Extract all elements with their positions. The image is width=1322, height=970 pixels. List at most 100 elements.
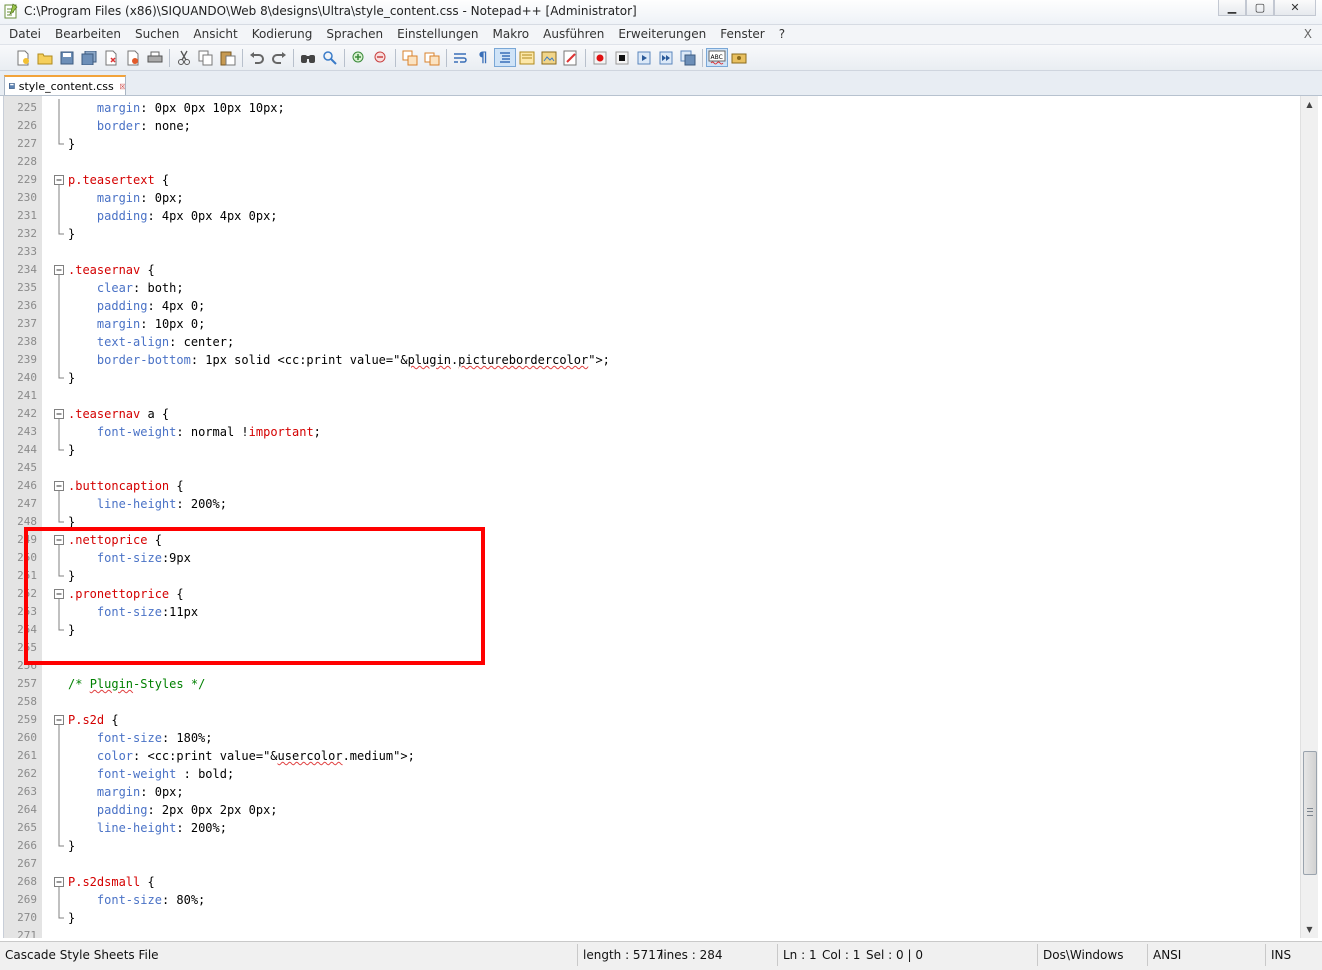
- sync-vertical-button[interactable]: [399, 48, 421, 67]
- save-macro-button[interactable]: [677, 48, 699, 67]
- code-line[interactable]: 226 border: none;: [4, 117, 1301, 135]
- code-line[interactable]: 265 line-height: 200%;: [4, 819, 1301, 837]
- scroll-thumb[interactable]: [1303, 751, 1317, 875]
- copy-button[interactable]: [195, 48, 217, 67]
- code-line[interactable]: 230 margin: 0px;: [4, 189, 1301, 207]
- code-line[interactable]: 269 font-size: 80%;: [4, 891, 1301, 909]
- code-line[interactable]: 232}: [4, 225, 1301, 243]
- code-line[interactable]: 238 text-align: center;: [4, 333, 1301, 351]
- code-line[interactable]: 251}: [4, 567, 1301, 585]
- menu-item-kodierung[interactable]: Kodierung: [245, 27, 320, 42]
- menu-item-datei[interactable]: Datei: [2, 27, 48, 42]
- code-line[interactable]: 261 color: <cc:print value="&usercolor.m…: [4, 747, 1301, 765]
- code-line[interactable]: 268 P.s2dsmall {: [4, 873, 1301, 891]
- code-line[interactable]: 258: [4, 693, 1301, 711]
- code-line[interactable]: 239 border-bottom: 1px solid <cc:print v…: [4, 351, 1301, 369]
- code-editor[interactable]: 225 margin: 0px 0px 10px 10px; 226 border…: [3, 96, 1301, 938]
- print-button[interactable]: [144, 48, 166, 67]
- scroll-up-arrow-icon[interactable]: ▲: [1301, 96, 1318, 113]
- record-macro-button[interactable]: [589, 48, 611, 67]
- maximize-button[interactable]: ▢: [1246, 0, 1274, 16]
- menu-item-bearbeiten[interactable]: Bearbeiten: [48, 27, 128, 42]
- code-line[interactable]: 254}: [4, 621, 1301, 639]
- code-line[interactable]: 234 .teasernav {: [4, 261, 1301, 279]
- open-file-button[interactable]: [34, 48, 56, 67]
- menu-item-ausf-hren[interactable]: Ausführen: [536, 27, 611, 42]
- code-line[interactable]: 240}: [4, 369, 1301, 387]
- minimize-button[interactable]: ▁: [1218, 0, 1246, 16]
- zoom-out-button[interactable]: [370, 48, 392, 67]
- code-line[interactable]: 255: [4, 639, 1301, 657]
- code-line[interactable]: 266}: [4, 837, 1301, 855]
- code-line[interactable]: 243 font-weight: normal !important;: [4, 423, 1301, 441]
- code-line[interactable]: 247 line-height: 200%;: [4, 495, 1301, 513]
- indent-guide-button[interactable]: [494, 48, 516, 67]
- function-list-button[interactable]: [560, 48, 582, 67]
- stop-recording-button[interactable]: [611, 48, 633, 67]
- code-line[interactable]: 236 padding: 4px 0;: [4, 297, 1301, 315]
- find-button[interactable]: [297, 48, 319, 67]
- sync-horizontal-button[interactable]: [421, 48, 443, 67]
- code-line[interactable]: 237 margin: 10px 0;: [4, 315, 1301, 333]
- code-line[interactable]: 229 p.teasertext {: [4, 171, 1301, 189]
- code-line[interactable]: 250 font-size:9px: [4, 549, 1301, 567]
- close-document-button[interactable]: X: [1304, 27, 1312, 41]
- close-tab-icon[interactable]: [119, 81, 125, 92]
- code-line[interactable]: 257 /* Plugin-Styles */: [4, 675, 1301, 693]
- code-line[interactable]: 256: [4, 657, 1301, 675]
- code-line[interactable]: 227}: [4, 135, 1301, 153]
- code-line[interactable]: 260 font-size: 180%;: [4, 729, 1301, 747]
- menu-item-sprachen[interactable]: Sprachen: [319, 27, 390, 42]
- code-line[interactable]: 259 P.s2d {: [4, 711, 1301, 729]
- code-line[interactable]: 248}: [4, 513, 1301, 531]
- fold-collapse-icon[interactable]: [54, 873, 68, 891]
- replace-button[interactable]: [319, 48, 341, 67]
- scroll-down-arrow-icon[interactable]: ▼: [1301, 921, 1318, 938]
- code-line[interactable]: 264 padding: 2px 0px 2px 0px;: [4, 801, 1301, 819]
- fold-collapse-icon[interactable]: [54, 405, 68, 423]
- code-line[interactable]: 246 .buttoncaption {: [4, 477, 1301, 495]
- code-line[interactable]: 233: [4, 243, 1301, 261]
- fold-collapse-icon[interactable]: [54, 531, 68, 549]
- save-button[interactable]: [56, 48, 78, 67]
- tab-style-content-css[interactable]: style_content.css: [4, 75, 126, 95]
- fold-collapse-icon[interactable]: [54, 711, 68, 729]
- menu-item-makro[interactable]: Makro: [485, 27, 536, 42]
- code-line[interactable]: 228: [4, 153, 1301, 171]
- vertical-scrollbar[interactable]: ▲ ▼: [1300, 96, 1318, 938]
- playback-macro-button[interactable]: [633, 48, 655, 67]
- code-line[interactable]: 271: [4, 927, 1301, 938]
- word-wrap-button[interactable]: [450, 48, 472, 67]
- fold-collapse-icon[interactable]: [54, 171, 68, 189]
- close-window-button[interactable]: ✕: [1274, 0, 1316, 16]
- cut-button[interactable]: [173, 48, 195, 67]
- fold-collapse-icon[interactable]: [54, 477, 68, 495]
- undo-button[interactable]: [246, 48, 268, 67]
- document-map-button[interactable]: [538, 48, 560, 67]
- code-line[interactable]: 253 font-size:11px: [4, 603, 1301, 621]
- menu-item-ansicht[interactable]: Ansicht: [186, 27, 244, 42]
- menu-item-fenster[interactable]: Fenster: [713, 27, 772, 42]
- new-file-button[interactable]: [12, 48, 34, 67]
- code-line[interactable]: 235 clear: both;: [4, 279, 1301, 297]
- show-all-chars-button[interactable]: ¶: [472, 48, 494, 67]
- paste-button[interactable]: [217, 48, 239, 67]
- code-line[interactable]: 244}: [4, 441, 1301, 459]
- redo-button[interactable]: [268, 48, 290, 67]
- code-line[interactable]: 225 margin: 0px 0px 10px 10px;: [4, 99, 1301, 117]
- code-line[interactable]: 245: [4, 459, 1301, 477]
- code-line[interactable]: 263 margin: 0px;: [4, 783, 1301, 801]
- menu-item-help[interactable]: ?: [772, 27, 792, 42]
- code-line[interactable]: 241: [4, 387, 1301, 405]
- code-line[interactable]: 270}: [4, 909, 1301, 927]
- menu-item-einstellungen[interactable]: Einstellungen: [390, 27, 485, 42]
- spellcheck-button[interactable]: ABC: [706, 48, 728, 67]
- user-defined-language-button[interactable]: [516, 48, 538, 67]
- code-line[interactable]: 262 font-weight : bold;: [4, 765, 1301, 783]
- extra-tool-button[interactable]: [728, 48, 750, 67]
- code-line[interactable]: 249 .nettoprice {: [4, 531, 1301, 549]
- fold-collapse-icon[interactable]: [54, 261, 68, 279]
- code-line[interactable]: 267: [4, 855, 1301, 873]
- zoom-in-button[interactable]: [348, 48, 370, 67]
- code-line[interactable]: 242 .teasernav a {: [4, 405, 1301, 423]
